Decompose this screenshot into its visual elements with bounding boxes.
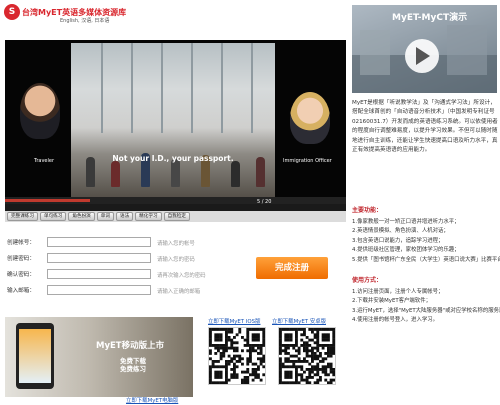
practice-tab[interactable]: 自我检定 — [163, 212, 190, 221]
player-controls[interactable] — [5, 204, 346, 211]
usage-heading: 使用方式： — [352, 277, 383, 284]
practice-tab[interactable]: 角色扮演 — [68, 212, 95, 221]
password-label: 创建密码： — [7, 256, 35, 262]
feature-item: 1.像家教般一对一矫正口语并增进听力水平； — [352, 219, 460, 225]
usage-step: 2.下载并安装MyET客户端软件； — [352, 298, 431, 305]
practice-tab[interactable]: 单词 — [96, 212, 114, 221]
pc-download-link[interactable]: 立即下载MyET电脑版 — [126, 396, 178, 404]
phone-screen — [19, 329, 51, 383]
video-title: MyET-MyCT演示 — [392, 13, 468, 23]
email-label: 输入邮箱： — [7, 288, 35, 294]
feature-item: 5.提供「图书馆杯广东全民（大学生）英语口说大赛」比赛平台。 — [352, 256, 500, 263]
usage-step: 1.访问注册页面，注册个人专属帐号； — [352, 289, 444, 295]
play-icon — [416, 47, 430, 65]
traveler-label: Traveler — [34, 158, 54, 164]
usage-list: 1.访问注册页面，注册个人专属帐号； 2.下载并安装MyET客户端软件； 3.运行M… — [352, 288, 500, 326]
features-heading: 主要功能： — [352, 207, 383, 214]
practice-toolbar: 完整课练习 单句练习 角色扮演 单词 语法 精化学习 自我检定 — [5, 211, 346, 222]
mobile-banner-title: MyET移动版上市 — [96, 341, 165, 351]
mobile-banner-line2: 免费练习 — [120, 365, 146, 373]
feature-item: 3.包含英语口说能力，追踪学习进程； — [352, 237, 444, 244]
practice-tab[interactable]: 精化学习 — [135, 212, 162, 221]
dialogue-subtitle: Not your I.D., your passport. — [112, 154, 234, 163]
traveler-avatar — [20, 83, 60, 139]
confirm-password-hint: 请再次输入您的密码 — [157, 273, 206, 279]
confirm-password-label: 确认密码： — [7, 272, 35, 278]
usage-step: 4.使用注册的帐号登入，进入学习。 — [352, 317, 439, 324]
feature-item: 4.提供班级社区管理，家校团体学习的乐趣； — [352, 247, 460, 254]
ios-qr-code — [208, 327, 266, 385]
practice-tab[interactable]: 语法 — [115, 212, 134, 221]
myet-logo[interactable]: S — [4, 4, 20, 20]
progress-fill — [5, 199, 91, 202]
site-subtitle: English, 汉语, 日本语 — [60, 18, 110, 24]
product-description: MyET是根据「听说教学法」及「沟通式学习法」所设计，搭配全球首创的「自动语音分… — [352, 100, 498, 154]
features-list: 1.像家教般一对一矫正口语并增进听力水平； 2.英语情景模拟、角色扮演、人机对话；… — [352, 218, 500, 265]
email-input[interactable] — [47, 285, 151, 295]
android-qr-code — [278, 327, 336, 385]
feature-item: 2.英语情景模拟、角色扮演、人机对话； — [352, 228, 449, 235]
ios-download-link[interactable]: 立即下载MyET IOS版 — [208, 317, 260, 325]
practice-tab[interactable]: 完整课练习 — [7, 212, 38, 221]
complete-registration-button[interactable]: 完成注册 — [256, 257, 328, 279]
password-hint: 请输入您的密码 — [157, 257, 195, 263]
airport-scene-image — [71, 43, 275, 197]
account-input[interactable] — [47, 237, 151, 247]
officer-avatar — [290, 92, 330, 144]
account-hint: 请输入您的帐号 — [157, 241, 195, 247]
officer-label: Immigration Officer — [283, 158, 332, 164]
confirm-password-input[interactable] — [47, 269, 151, 279]
usage-step: 3.运行MyET，选择"MyET大陆服务器"或对应学校名称的服务器； — [352, 307, 500, 314]
account-label: 创建帐号： — [7, 240, 35, 246]
email-hint: 请输入正确的邮箱 — [157, 289, 201, 295]
password-input[interactable] — [47, 253, 151, 263]
android-download-link[interactable]: 立即下载MyET 安卓版 — [272, 317, 326, 325]
practice-tab[interactable]: 单句练习 — [39, 212, 67, 221]
